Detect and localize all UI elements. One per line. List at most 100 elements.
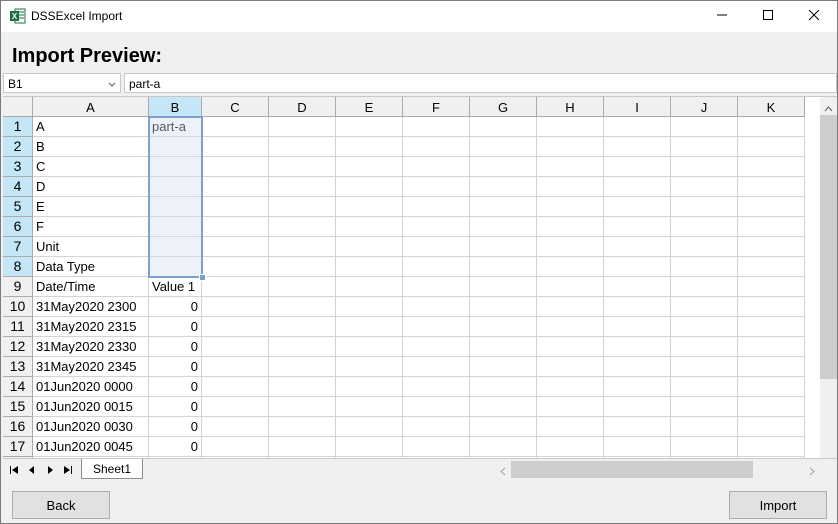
cell-j[interactable] [671,337,738,357]
column-header-j[interactable]: J [671,97,738,117]
cell-h[interactable] [537,277,604,297]
cell-a[interactable]: Date/Time [33,277,149,297]
cell-i[interactable] [604,337,671,357]
cell-i[interactable] [604,397,671,417]
cell-h[interactable] [537,257,604,277]
cell-f[interactable] [403,137,470,157]
cell-a[interactable]: E [33,197,149,217]
row-header[interactable]: 16 [3,417,33,437]
row-header[interactable]: 17 [3,437,33,457]
cell-k[interactable] [738,157,805,177]
cell-k[interactable] [738,217,805,237]
cell-k[interactable] [738,177,805,197]
cell-i[interactable] [604,137,671,157]
cell-e[interactable] [336,177,403,197]
column-header-i[interactable]: I [604,97,671,117]
row-header[interactable]: 6 [3,217,33,237]
cell-i[interactable] [604,117,671,137]
cell-c[interactable] [202,157,269,177]
cell-e[interactable] [336,377,403,397]
vertical-scroll-thumb[interactable] [820,115,837,379]
cell-i[interactable] [604,257,671,277]
cell-f[interactable] [403,197,470,217]
cell-h[interactable] [537,337,604,357]
cell-b[interactable] [149,177,202,197]
cell-j[interactable] [671,157,738,177]
cell-j[interactable] [671,317,738,337]
cell-j[interactable] [671,217,738,237]
import-button[interactable]: Import [729,491,827,519]
cell-k[interactable] [738,397,805,417]
cell-c[interactable] [202,377,269,397]
cell-h[interactable] [537,237,604,257]
cell-k[interactable] [738,317,805,337]
fill-handle[interactable] [199,274,206,281]
cell-g[interactable] [470,177,537,197]
cell-e[interactable] [336,197,403,217]
column-header-d[interactable]: D [269,97,336,117]
row-header[interactable]: 2 [3,137,33,157]
cell-f[interactable] [403,357,470,377]
column-header-e[interactable]: E [336,97,403,117]
cell-b[interactable]: 0 [149,317,202,337]
cell-i[interactable] [604,277,671,297]
cell-c[interactable] [202,257,269,277]
maximize-button[interactable] [745,1,791,32]
row-header[interactable]: 12 [3,337,33,357]
row-header[interactable]: 4 [3,177,33,197]
cell-g[interactable] [470,217,537,237]
column-header-f[interactable]: F [403,97,470,117]
cell-c[interactable] [202,237,269,257]
cell-g[interactable] [470,317,537,337]
cell-d[interactable] [269,297,336,317]
cell-f[interactable] [403,237,470,257]
row-header[interactable]: 15 [3,397,33,417]
cell-h[interactable] [537,157,604,177]
cell-b[interactable] [149,257,202,277]
cell-c[interactable] [202,437,269,457]
cell-g[interactable] [470,237,537,257]
cell-e[interactable] [336,297,403,317]
cell-f[interactable] [403,297,470,317]
column-header-g[interactable]: G [470,97,537,117]
cell-k[interactable] [738,137,805,157]
scroll-left-icon[interactable] [500,465,506,479]
cell-k[interactable] [738,297,805,317]
name-box[interactable]: B1 [3,73,121,93]
cell-k[interactable] [738,337,805,357]
sheet-tab[interactable]: Sheet1 [81,459,143,479]
back-button[interactable]: Back [12,491,110,519]
cell-e[interactable] [336,157,403,177]
cell-e[interactable] [336,217,403,237]
cell-b[interactable]: 0 [149,337,202,357]
cell-a[interactable]: 01Jun2020 0045 [33,437,149,457]
prev-sheet-icon[interactable] [24,462,40,478]
cell-e[interactable] [336,317,403,337]
cell-b[interactable]: 0 [149,437,202,457]
cell-d[interactable] [269,417,336,437]
column-header-c[interactable]: C [202,97,269,117]
cell-d[interactable] [269,157,336,177]
cell-h[interactable] [537,177,604,197]
vertical-scrollbar[interactable] [820,97,837,459]
cell-b[interactable] [149,237,202,257]
cell-a[interactable]: 31May2020 2300 [33,297,149,317]
cell-f[interactable] [403,117,470,137]
cell-a[interactable]: 01Jun2020 0030 [33,417,149,437]
cell-h[interactable] [537,437,604,457]
cell-j[interactable] [671,117,738,137]
cell-k[interactable] [738,277,805,297]
cell-a[interactable]: C [33,157,149,177]
cell-d[interactable] [269,357,336,377]
cell-c[interactable] [202,197,269,217]
cell-a[interactable]: 01Jun2020 0000 [33,377,149,397]
first-sheet-icon[interactable] [6,462,22,478]
cell-d[interactable] [269,177,336,197]
cell-i[interactable] [604,237,671,257]
cell-j[interactable] [671,437,738,457]
cell-d[interactable] [269,197,336,217]
cell-g[interactable] [470,157,537,177]
cell-h[interactable] [537,417,604,437]
cell-f[interactable] [403,317,470,337]
cell-i[interactable] [604,357,671,377]
